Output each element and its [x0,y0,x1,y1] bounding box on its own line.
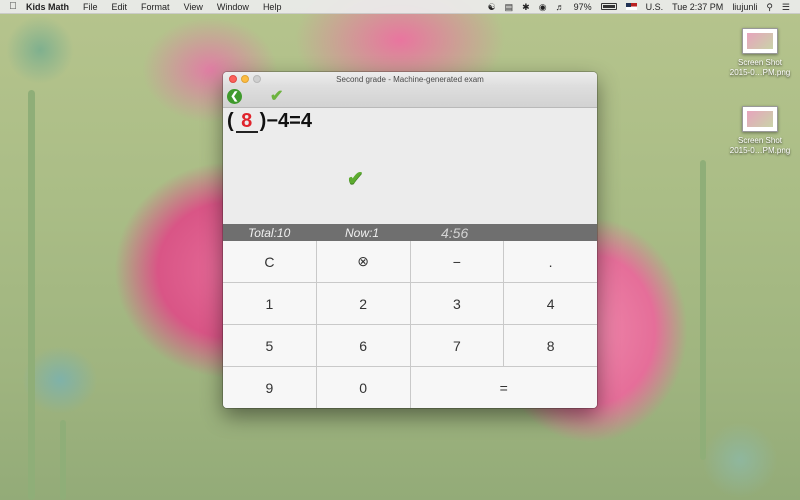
window-controls [229,75,261,83]
desktop-file-icon[interactable]: Screen Shot 2015-0…PM.png [720,28,800,78]
file-label-line1: Screen Shot [737,136,783,145]
key-7[interactable]: 7 [410,325,504,366]
key-3[interactable]: 3 [410,283,504,324]
back-arrow-icon[interactable]: ❮ [227,89,242,104]
total-count: Total:10 [248,225,291,240]
question-area: ( 8 )−4=4 ✔ [223,108,597,224]
bluetooth-icon[interactable]: ✱ [522,0,530,14]
menu-format[interactable]: Format [141,2,170,12]
apple-menu-icon[interactable]:  [0,1,26,12]
app-menu[interactable]: Kids Math [26,2,69,12]
display-icon[interactable]: ▤ [505,0,514,14]
key-9[interactable]: 9 [223,367,316,408]
key-equals[interactable]: = [410,367,597,408]
toolbar: ❮ ✔ [223,86,597,108]
minimize-window-button[interactable] [241,75,249,83]
menu-help[interactable]: Help [263,2,282,12]
file-label-line2: 2015-0…PM.png [729,68,791,77]
desktop-file-icon[interactable]: Screen Shot 2015-0…PM.png [720,106,800,156]
battery-percent[interactable]: 97% [574,0,592,14]
countdown-timer: 4:56 [441,224,469,241]
zoom-window-button[interactable] [253,75,261,83]
submit-check-icon[interactable]: ✔ [270,88,283,105]
menu-window[interactable]: Window [217,2,249,12]
keypad: C ⊗ − . 1 2 3 4 5 6 7 8 9 0 = [223,241,597,408]
input-source[interactable]: U.S. [646,0,664,14]
flag-icon[interactable] [625,3,637,10]
close-window-button[interactable] [229,75,237,83]
key-8[interactable]: 8 [504,325,597,366]
current-question: Now:1 [345,225,380,240]
wifi-icon[interactable]: ◉ [539,0,547,14]
window-title: Second grade - Machine-generated exam [336,74,484,84]
key-0[interactable]: 0 [316,367,410,408]
spotlight-search-icon[interactable]: ⚲ [766,0,773,14]
key-decimal[interactable]: . [504,241,597,282]
key-2[interactable]: 2 [316,283,410,324]
background-stem [28,90,35,500]
file-label-line2: 2015-0…PM.png [729,146,791,155]
volume-icon[interactable]: ♬ [556,0,565,14]
equation: ( 8 )−4=4 [227,110,312,133]
menu-edit[interactable]: Edit [112,2,128,12]
answer-field[interactable]: 8 [235,111,258,133]
background-stem [60,420,66,500]
timemachine-icon[interactable]: ☯ [488,0,496,14]
notification-center-icon[interactable]: ☰ [782,0,790,14]
key-5[interactable]: 5 [223,325,316,366]
kids-math-window: Second grade - Machine-generated exam ❮ … [223,72,597,408]
key-minus[interactable]: − [410,241,504,282]
key-backspace[interactable]: ⊗ [316,241,410,282]
correct-check-icon: ✔ [347,168,364,190]
equation-rest: )−4=4 [259,110,312,132]
key-clear[interactable]: C [223,241,316,282]
background-stem [700,160,706,460]
key-4[interactable]: 4 [504,283,597,324]
battery-icon[interactable] [600,3,617,10]
file-thumbnail-icon [742,106,778,132]
status-bar: Total:10 Now:1 4:56 [223,224,597,241]
menu-bar:  Kids Math File Edit Format View Window… [0,0,800,14]
file-thumbnail-icon [742,28,778,54]
status-area: ☯ ▤ ✱ ◉ ♬ 97% U.S. Tue 2:37 PM liujunli … [488,0,800,14]
menu-view[interactable]: View [184,2,203,12]
clock[interactable]: Tue 2:37 PM [672,0,723,14]
user-menu[interactable]: liujunli [732,0,757,14]
equation-open-paren: ( [227,110,234,132]
title-bar[interactable]: Second grade - Machine-generated exam [223,72,597,86]
file-label-line1: Screen Shot [737,58,783,67]
key-6[interactable]: 6 [316,325,410,366]
menu-file[interactable]: File [83,2,98,12]
key-1[interactable]: 1 [223,283,316,324]
